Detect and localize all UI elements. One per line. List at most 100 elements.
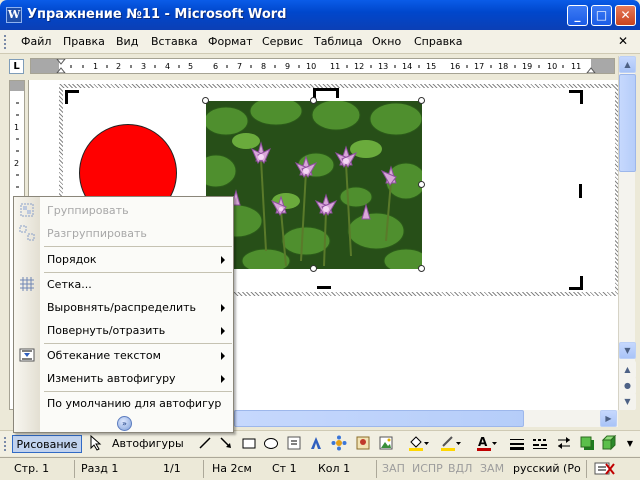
menu-bar: Файл Правка Вид Вставка Формат Сервис Та… [0,30,640,54]
close-document-icon[interactable]: ✕ [618,34,628,48]
horizontal-ruler[interactable]: 123 456 789 10 11 12 13 14 15 16 17 18 19 10 11 [30,58,615,74]
textbox-icon[interactable] [285,435,303,453]
menu-item-ungroup[interactable]: Разгруппировать [14,222,233,245]
status-language[interactable]: русский (Ро [513,462,581,475]
menu-item-label: Выровнять/распределить [47,301,196,314]
scroll-up-icon[interactable]: ▲ [619,56,636,73]
menu-item-group[interactable]: Группировать [14,199,233,222]
water-lily-picture[interactable] [206,101,422,269]
select-arrow-icon[interactable] [86,434,104,453]
horizontal-scroll-thumb[interactable] [234,410,524,427]
status-separator [586,460,587,478]
resize-handle-right[interactable] [418,181,425,188]
menu-item-autoshape-defaults[interactable]: По умолчанию для автофигур [14,392,233,415]
submenu-arrow-icon [221,375,225,383]
menu-item-change-autoshape[interactable]: Изменить автофигуру [14,367,233,390]
font-color-icon[interactable]: A [474,435,498,453]
status-record-macro[interactable]: ЗАП [382,462,405,475]
line-style-icon[interactable] [508,435,526,453]
toolbar-options-icon[interactable]: ▼ [624,435,636,453]
svg-text:4: 4 [165,62,170,71]
svg-text:14: 14 [402,62,412,71]
crop-mark-top-right[interactable] [569,90,583,104]
svg-text:2: 2 [116,62,121,71]
clipart-icon[interactable] [354,435,372,453]
svg-text:13: 13 [378,62,388,71]
close-window-button[interactable]: ✕ [615,5,636,26]
status-separator [376,460,377,478]
autoshapes-menu-button[interactable]: Автофигуры ▾ [112,435,192,468]
crop-mark-top-middle[interactable] [313,88,339,98]
resize-handle-top[interactable] [310,97,317,104]
crop-mark-bottom-right[interactable] [569,276,583,290]
svg-text:11: 11 [571,62,581,71]
menu-table[interactable]: Таблица [314,35,363,48]
resize-handle-bottom[interactable] [310,265,317,272]
svg-text:19: 19 [522,62,532,71]
status-section: Разд 1 [81,462,119,475]
menubar-grip[interactable] [4,35,7,49]
svg-text:3: 3 [141,62,146,71]
svg-text:A: A [478,435,488,449]
line-icon[interactable] [196,435,214,453]
window-title: Упражнение №11 - Microsoft Word [27,7,287,22]
fill-color-icon[interactable] [406,435,430,453]
crop-mark-top-left[interactable] [65,90,79,104]
browse-object-icon[interactable]: ● [619,377,636,394]
previous-page-icon[interactable]: ▲ [619,361,636,378]
expand-menu-chevron-icon[interactable]: » [117,416,132,431]
svg-text:9: 9 [285,62,290,71]
maximize-button[interactable]: □ [591,5,612,26]
tab-stop-selector[interactable]: L [9,59,24,74]
menu-view[interactable]: Вид [116,35,138,48]
drawing-menu-button[interactable]: Рисование ▾ [12,435,82,469]
scroll-down-icon[interactable]: ▼ [619,342,636,359]
menu-item-text-wrapping[interactable]: Обтекание текстом [14,344,233,367]
crop-mark-bottom-middle[interactable] [317,286,331,289]
shadow-icon[interactable] [578,435,596,453]
arrow-style-icon[interactable] [555,435,573,453]
resize-handle-top-left[interactable] [202,97,209,104]
resize-handle-bottom-right[interactable] [418,265,425,272]
menu-format[interactable]: Формат [208,35,253,48]
vertical-scrollbar[interactable]: ▲ ▼ ▲ ● ▼ [618,56,636,410]
status-track-changes[interactable]: ИСПР [412,462,443,475]
arrow-icon[interactable] [217,435,235,453]
status-overtype[interactable]: ЗАМ [480,462,504,475]
menu-item-order[interactable]: Порядок [14,248,233,271]
next-page-icon[interactable]: ▼ [619,393,636,410]
wordart-icon[interactable] [307,435,325,453]
ungroup-icon [19,225,35,241]
rectangle-icon[interactable] [240,435,258,453]
scroll-right-icon[interactable]: ▶ [600,410,617,427]
svg-text:7: 7 [237,62,242,71]
menu-item-rotate-flip[interactable]: Повернуть/отразить [14,319,233,342]
status-extend-selection[interactable]: ВДЛ [448,462,472,475]
line-color-icon[interactable] [438,435,462,453]
crop-mark-right-middle[interactable] [579,184,582,198]
diagram-icon[interactable] [330,435,348,453]
svg-text:16: 16 [450,62,460,71]
svg-text:12: 12 [354,62,364,71]
spelling-status-icon[interactable] [594,460,616,476]
menu-window[interactable]: Окно [372,35,401,48]
vertical-scroll-thumb[interactable] [619,74,636,172]
menu-file[interactable]: Файл [21,35,51,48]
minimize-button[interactable]: _ [567,5,588,26]
3d-icon[interactable] [600,434,618,453]
dash-style-icon[interactable] [531,435,549,453]
menu-item-label: Порядок [47,253,97,266]
drawing-toolbar-grip[interactable] [4,437,6,451]
menu-tools[interactable]: Сервис [262,35,303,48]
horizontal-scrollbar[interactable]: ▶ [234,410,618,427]
resize-handle-top-right[interactable] [418,97,425,104]
menu-item-grid[interactable]: Сетка... [14,273,233,296]
picture-icon[interactable] [377,435,395,453]
menu-help[interactable]: Справка [414,35,462,48]
menu-insert[interactable]: Вставка [151,35,198,48]
menu-edit[interactable]: Правка [63,35,105,48]
drawing-toolbar: Рисование ▾ Автофигуры ▾ A [0,430,640,469]
oval-icon[interactable] [262,435,280,453]
menu-item-align-distribute[interactable]: Выровнять/распределить [14,296,233,319]
word-app-icon[interactable]: W [6,7,22,23]
